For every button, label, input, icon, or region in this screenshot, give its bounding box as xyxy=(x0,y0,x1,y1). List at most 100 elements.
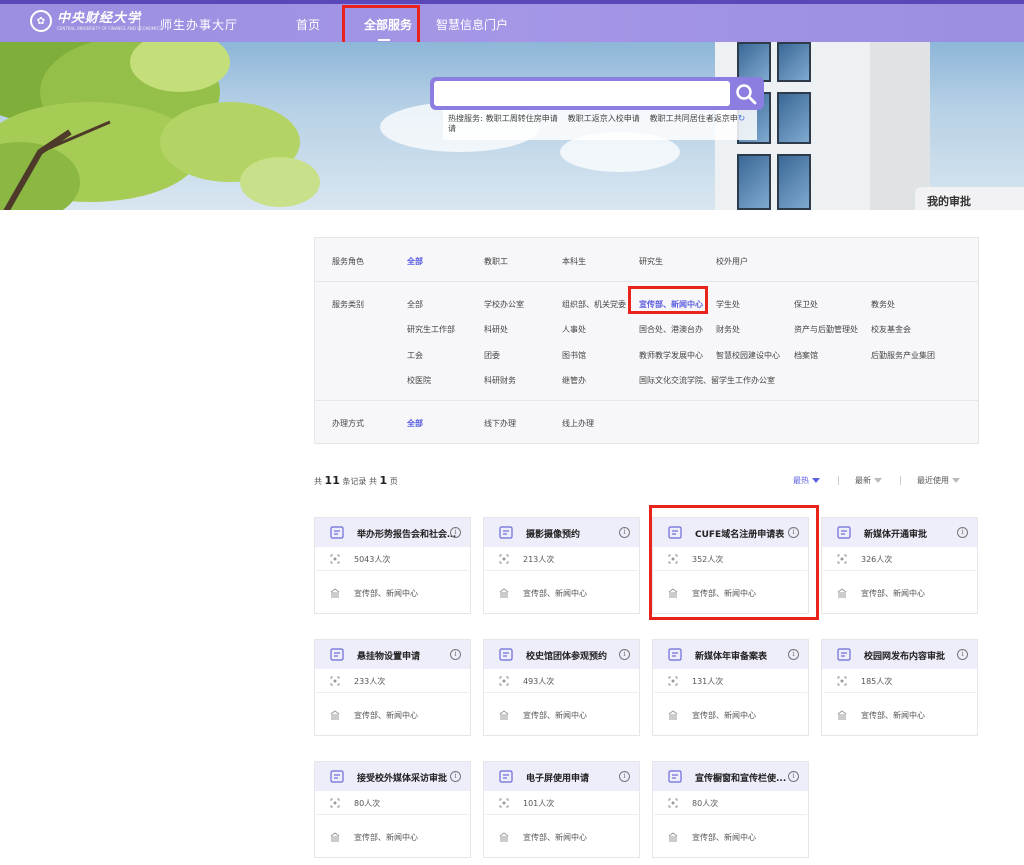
filter-option[interactable]: 校外用户 xyxy=(716,256,748,267)
card-header: 举办形势报告会和社会... i xyxy=(315,518,470,547)
info-icon[interactable]: i xyxy=(619,527,630,538)
sort-label: 最新 xyxy=(855,476,871,485)
filter-option[interactable]: 校友基金会 xyxy=(871,324,911,335)
department: 宣传部、新闻中心 xyxy=(837,710,925,721)
info-icon[interactable]: i xyxy=(788,771,799,782)
hot-search-item[interactable]: 教职工返京入校申请 xyxy=(568,114,640,123)
filter-option[interactable]: 团委 xyxy=(484,350,500,361)
filter-option[interactable]: 国合处、港澳台办 xyxy=(639,324,703,335)
filter-option[interactable]: 后勤服务产业集团 xyxy=(871,350,935,361)
hot-search-item-wrap[interactable]: 请 xyxy=(448,124,456,133)
filter-option[interactable]: 教职工 xyxy=(484,256,508,267)
filter-option[interactable]: 智慧校园建设中心 xyxy=(716,350,780,361)
service-card[interactable]: 校园网发布内容审批 i 185人次 宣传部、新闻中心 xyxy=(821,639,978,736)
department: 宣传部、新闻中心 xyxy=(499,832,587,843)
service-card[interactable]: 举办形势报告会和社会... i 5043人次 宣传部、新闻中心 xyxy=(314,517,471,614)
service-card[interactable]: 新媒体年审备案表 i 131人次 宣传部、新闻中心 xyxy=(652,639,809,736)
card-header: 宣传橱窗和宣传栏使... i xyxy=(653,762,808,791)
info-icon[interactable]: i xyxy=(619,649,630,660)
filter-option[interactable]: 校医院 xyxy=(407,375,431,386)
building-icon xyxy=(330,710,340,720)
info-icon[interactable]: i xyxy=(450,527,461,538)
service-card[interactable]: 校史馆团体参观预约 i 493人次 宣传部、新闻中心 xyxy=(483,639,640,736)
card-title: 接受校外媒体采访审批 xyxy=(357,774,448,784)
service-card[interactable]: 电子屏使用申请 i 101人次 宣传部、新闻中心 xyxy=(483,761,640,858)
filter-option[interactable]: 研究生工作部 xyxy=(407,324,455,335)
department-text: 宣传部、新闻中心 xyxy=(692,711,756,720)
scan-icon xyxy=(499,798,509,808)
divider xyxy=(838,476,839,485)
card-header: 悬挂物设置申请 i xyxy=(315,640,470,669)
department: 宣传部、新闻中心 xyxy=(668,710,756,721)
hot-search-item[interactable]: 教职工共同居住者返京申 xyxy=(650,114,738,123)
filter-option[interactable]: 组织部、机关党委 xyxy=(562,299,626,310)
nav-home[interactable]: 首页 xyxy=(296,16,320,33)
filter-option[interactable]: 人事处 xyxy=(562,324,586,335)
service-card[interactable]: 新媒体开通审批 i 326人次 宣传部、新闻中心 xyxy=(821,517,978,614)
card-title: 举办形势报告会和社会... xyxy=(357,530,457,540)
filter-option[interactable]: 全部 xyxy=(407,418,423,429)
filter-option[interactable]: 工会 xyxy=(407,350,423,361)
filter-option[interactable]: 研究生 xyxy=(639,256,663,267)
filter-option[interactable]: 资产与后勤管理处 xyxy=(794,324,858,335)
sort-newest[interactable]: 最新 xyxy=(855,475,882,486)
filter-panel: 服务角色 全部 教职工 本科生 研究生 校外用户 服务类别 全部 学校办公室 组… xyxy=(314,237,979,444)
filter-option[interactable]: 学生处 xyxy=(716,299,740,310)
refresh-icon[interactable]: ↻ xyxy=(738,114,746,124)
service-icon xyxy=(837,526,851,539)
hot-search-item[interactable]: 教职工周转住房申请 xyxy=(486,114,558,123)
filter-option[interactable]: 全部 xyxy=(407,299,423,310)
usage-count-text: 185人次 xyxy=(861,677,893,686)
info-icon[interactable]: i xyxy=(450,649,461,660)
my-approval-tab[interactable]: 我的审批 xyxy=(915,187,1024,210)
usage-count: 80人次 xyxy=(330,798,380,809)
sort-hottest[interactable]: 最热 xyxy=(793,475,820,486)
sort-recent[interactable]: 最近使用 xyxy=(917,475,960,486)
search-icon[interactable] xyxy=(734,82,758,106)
service-card[interactable]: 悬挂物设置申请 i 233人次 宣传部、新闻中心 xyxy=(314,639,471,736)
filter-option[interactable]: 财务处 xyxy=(716,324,740,335)
filter-option[interactable]: 教务处 xyxy=(871,299,895,310)
filter-option[interactable]: 科研财务 xyxy=(484,375,516,386)
filter-option[interactable]: 线上办理 xyxy=(562,418,594,429)
scan-icon xyxy=(837,676,847,686)
info-icon[interactable]: i xyxy=(957,527,968,538)
filter-option[interactable]: 教师教学发展中心 xyxy=(639,350,703,361)
divider xyxy=(316,570,469,571)
info-icon[interactable]: i xyxy=(957,649,968,660)
logo-subtext: CENTRAL UNIVERSITY OF FINANCE AND ECONOM… xyxy=(57,25,162,31)
card-title: 宣传橱窗和宣传栏使... xyxy=(695,774,787,784)
usage-count: 185人次 xyxy=(837,676,892,687)
filter-option[interactable]: 档案馆 xyxy=(794,350,818,361)
filter-option[interactable]: 科研处 xyxy=(484,324,508,335)
scan-icon xyxy=(330,676,340,686)
department-text: 宣传部、新闻中心 xyxy=(523,589,587,598)
filter-option[interactable]: 本科生 xyxy=(562,256,586,267)
usage-count: 493人次 xyxy=(499,676,554,687)
university-logo[interactable]: ✿ 中央财经大学 CENTRAL UNIVERSITY OF FINANCE A… xyxy=(30,10,162,32)
info-icon[interactable]: i xyxy=(788,649,799,660)
info-icon[interactable]: i xyxy=(619,771,630,782)
building-icon xyxy=(499,832,509,842)
info-icon[interactable]: i xyxy=(450,771,461,782)
divider xyxy=(485,814,638,815)
filter-option[interactable]: 学校办公室 xyxy=(484,299,524,310)
top-navbar: ✿ 中央财经大学 CENTRAL UNIVERSITY OF FINANCE A… xyxy=(0,0,1024,42)
card-title: 电子屏使用申请 xyxy=(526,774,590,784)
portal-title: 师生办事大厅 xyxy=(160,18,239,32)
filter-option[interactable]: 图书馆 xyxy=(562,350,586,361)
filter-option[interactable]: 线下办理 xyxy=(484,418,516,429)
filter-option[interactable]: 全部 xyxy=(407,256,423,267)
service-card[interactable]: 宣传橱窗和宣传栏使... i 80人次 宣传部、新闻中心 xyxy=(652,761,809,858)
service-card[interactable]: 接受校外媒体采访审批 i 80人次 宣传部、新闻中心 xyxy=(314,761,471,858)
filter-option[interactable]: 国际文化交流学院、留学生工作办公室 xyxy=(639,375,775,386)
service-icon xyxy=(668,648,682,661)
search-input[interactable] xyxy=(434,81,730,106)
usage-count-text: 5043人次 xyxy=(354,555,391,564)
nav-smart-portal[interactable]: 智慧信息门户 xyxy=(436,16,508,33)
card-header: 新媒体年审备案表 i xyxy=(653,640,808,669)
filter-option[interactable]: 保卫处 xyxy=(794,299,818,310)
service-card[interactable]: 摄影摄像预约 i 213人次 宣传部、新闻中心 xyxy=(483,517,640,614)
filter-option[interactable]: 继管办 xyxy=(562,375,586,386)
usage-count: 80人次 xyxy=(668,798,718,809)
